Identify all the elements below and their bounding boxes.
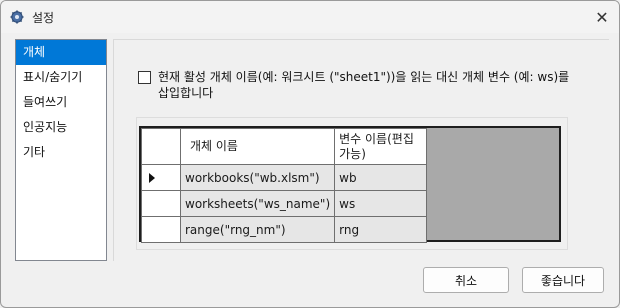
object-variable-grid[interactable]: 개체 이름 변수 이름(편집가능) workbooks("wb.xlsm") w… [139,126,561,243]
variable-name-cell[interactable]: ws [334,190,428,217]
column-header-variable-name[interactable]: 변수 이름(편집가능) [334,128,428,165]
nav-item-other[interactable]: 기타 [16,140,106,165]
grid-header-row: 개체 이름 변수 이름(편집가능) [141,128,428,165]
window-title: 설정 [32,11,55,25]
object-variable-label: 현재 활성 개체 이름(예: 워크시트 ("sheet1"))을 읽는 대신 개… [158,70,570,100]
table-row[interactable]: range("rng_nm") rng [141,216,428,243]
row-header[interactable] [141,164,181,191]
title-bar[interactable]: 설정 ✕ [1,1,619,33]
table-row[interactable]: worksheets("ws_name") ws [141,190,428,217]
object-name-cell[interactable]: worksheets("ws_name") [179,190,336,217]
ok-button[interactable]: 좋습니다 [522,267,604,293]
cancel-button[interactable]: 취소 [423,267,509,293]
current-row-indicator-icon [149,172,155,183]
object-name-cell[interactable]: range("rng_nm") [179,216,336,243]
table-row[interactable]: workbooks("wb.xlsm") wb [141,164,428,191]
row-header[interactable] [141,216,181,243]
row-header[interactable] [141,190,181,217]
close-button[interactable]: ✕ [589,5,615,29]
category-list[interactable]: 개체 표시/숨기기 들여쓰기 인공지능 기타 [15,39,107,261]
nav-item-show-hide[interactable]: 표시/숨기기 [16,65,106,90]
nav-item-object[interactable]: 개체 [16,40,106,65]
object-variable-option[interactable]: 현재 활성 개체 이름(예: 워크시트 ("sheet1"))을 읽는 대신 개… [138,69,578,101]
grid-table: 개체 이름 변수 이름(편집가능) workbooks("wb.xlsm") w… [141,128,428,243]
object-name-cell[interactable]: workbooks("wb.xlsm") [179,164,336,191]
column-header-object-name[interactable]: 개체 이름 [179,128,336,165]
close-icon: ✕ [595,7,609,27]
grid-corner-cell [141,128,181,165]
nav-item-indent[interactable]: 들여쓰기 [16,90,106,115]
variable-name-cell[interactable]: wb [334,164,428,191]
settings-panel: 현재 활성 개체 이름(예: 워크시트 ("sheet1"))을 읽는 대신 개… [113,39,609,261]
nav-item-ai[interactable]: 인공지능 [16,115,106,140]
object-variable-checkbox[interactable] [138,71,151,84]
grid-frame: 개체 이름 변수 이름(편집가능) workbooks("wb.xlsm") w… [136,117,568,250]
settings-dialog: 설정 ✕ 개체 표시/숨기기 들여쓰기 인공지능 기타 현재 활성 개체 이름(… [0,0,620,308]
gear-icon [10,10,24,24]
column-header-object-name-label: 개체 이름 [190,139,238,153]
variable-name-cell[interactable]: rng [334,216,428,243]
